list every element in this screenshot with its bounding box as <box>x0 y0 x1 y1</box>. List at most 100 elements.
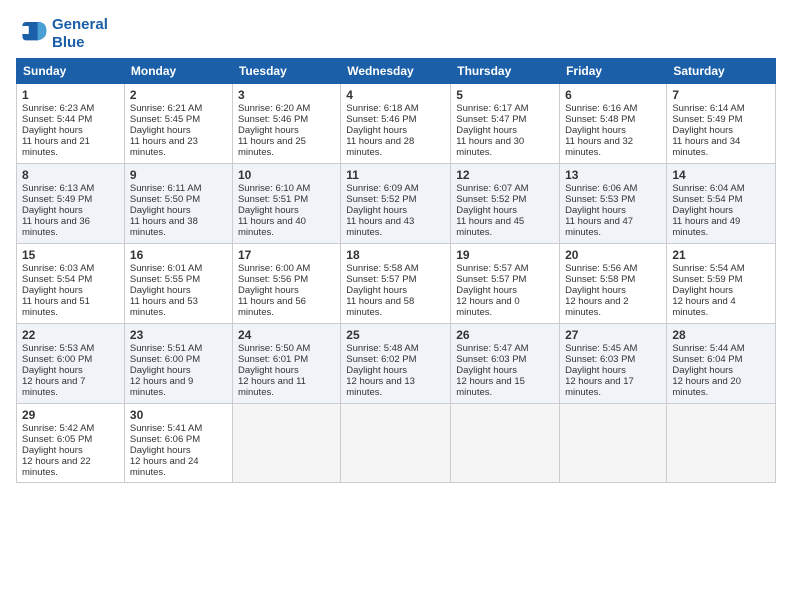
daylight-duration: 12 hours and 4 minutes. <box>672 296 735 318</box>
sunset-label: Sunset: 6:01 PM <box>238 354 308 365</box>
calendar-cell: 11 Sunrise: 6:09 AM Sunset: 5:52 PM Dayl… <box>341 164 451 244</box>
calendar-cell: 4 Sunrise: 6:18 AM Sunset: 5:46 PM Dayli… <box>341 84 451 164</box>
sunset-label: Sunset: 5:59 PM <box>672 274 742 285</box>
daylight-label: Daylight hours <box>130 285 191 296</box>
daylight-label: Daylight hours <box>238 205 299 216</box>
day-number: 24 <box>238 328 335 342</box>
calendar-week-row: 29 Sunrise: 5:42 AM Sunset: 6:05 PM Dayl… <box>17 404 776 483</box>
sunrise-label: Sunrise: 5:58 AM <box>346 263 418 274</box>
calendar-cell: 23 Sunrise: 5:51 AM Sunset: 6:00 PM Dayl… <box>124 324 232 404</box>
daylight-label: Daylight hours <box>238 365 299 376</box>
sunrise-label: Sunrise: 6:04 AM <box>672 183 744 194</box>
sunrise-label: Sunrise: 5:48 AM <box>346 343 418 354</box>
calendar-cell: 3 Sunrise: 6:20 AM Sunset: 5:46 PM Dayli… <box>232 84 340 164</box>
daylight-duration: 11 hours and 45 minutes. <box>456 216 524 238</box>
daylight-label: Daylight hours <box>22 205 83 216</box>
sunset-label: Sunset: 5:46 PM <box>346 114 416 125</box>
sunrise-label: Sunrise: 6:16 AM <box>565 103 637 114</box>
calendar-cell: 5 Sunrise: 6:17 AM Sunset: 5:47 PM Dayli… <box>451 84 560 164</box>
sunset-label: Sunset: 5:49 PM <box>672 114 742 125</box>
daylight-label: Daylight hours <box>672 285 733 296</box>
daylight-label: Daylight hours <box>346 125 407 136</box>
calendar-cell: 21 Sunrise: 5:54 AM Sunset: 5:59 PM Dayl… <box>667 244 776 324</box>
day-number: 16 <box>130 248 227 262</box>
daylight-duration: 11 hours and 30 minutes. <box>456 136 524 158</box>
daylight-duration: 12 hours and 2 minutes. <box>565 296 628 318</box>
calendar-table: SundayMondayTuesdayWednesdayThursdayFrid… <box>16 58 776 483</box>
calendar-cell: 12 Sunrise: 6:07 AM Sunset: 5:52 PM Dayl… <box>451 164 560 244</box>
sunrise-label: Sunrise: 6:00 AM <box>238 263 310 274</box>
daylight-label: Daylight hours <box>130 365 191 376</box>
sunset-label: Sunset: 5:45 PM <box>130 114 200 125</box>
sunset-label: Sunset: 5:57 PM <box>346 274 416 285</box>
daylight-duration: 12 hours and 11 minutes. <box>238 376 306 398</box>
sunset-label: Sunset: 6:00 PM <box>130 354 200 365</box>
sunrise-label: Sunrise: 6:20 AM <box>238 103 310 114</box>
day-header-tuesday: Tuesday <box>232 59 340 84</box>
daylight-duration: 11 hours and 28 minutes. <box>346 136 414 158</box>
daylight-label: Daylight hours <box>22 445 83 456</box>
daylight-label: Daylight hours <box>22 125 83 136</box>
calendar-cell: 17 Sunrise: 6:00 AM Sunset: 5:56 PM Dayl… <box>232 244 340 324</box>
sunrise-label: Sunrise: 5:45 AM <box>565 343 637 354</box>
day-header-thursday: Thursday <box>451 59 560 84</box>
daylight-duration: 11 hours and 36 minutes. <box>22 216 90 238</box>
sunset-label: Sunset: 6:03 PM <box>565 354 635 365</box>
day-header-friday: Friday <box>560 59 667 84</box>
calendar-cell: 28 Sunrise: 5:44 AM Sunset: 6:04 PM Dayl… <box>667 324 776 404</box>
sunset-label: Sunset: 5:56 PM <box>238 274 308 285</box>
day-number: 25 <box>346 328 445 342</box>
calendar-cell <box>667 404 776 483</box>
calendar-cell: 1 Sunrise: 6:23 AM Sunset: 5:44 PM Dayli… <box>17 84 125 164</box>
day-number: 2 <box>130 88 227 102</box>
daylight-label: Daylight hours <box>130 445 191 456</box>
daylight-duration: 11 hours and 51 minutes. <box>22 296 90 318</box>
logo-text: General Blue <box>52 16 108 52</box>
sunset-label: Sunset: 6:03 PM <box>456 354 526 365</box>
day-number: 9 <box>130 168 227 182</box>
sunrise-label: Sunrise: 5:54 AM <box>672 263 744 274</box>
calendar-cell: 19 Sunrise: 5:57 AM Sunset: 5:57 PM Dayl… <box>451 244 560 324</box>
daylight-duration: 12 hours and 13 minutes. <box>346 376 415 398</box>
sunrise-label: Sunrise: 6:07 AM <box>456 183 528 194</box>
daylight-label: Daylight hours <box>130 125 191 136</box>
calendar-week-row: 22 Sunrise: 5:53 AM Sunset: 6:00 PM Dayl… <box>17 324 776 404</box>
sunset-label: Sunset: 5:52 PM <box>456 194 526 205</box>
sunrise-label: Sunrise: 6:03 AM <box>22 263 94 274</box>
sunrise-label: Sunrise: 5:44 AM <box>672 343 744 354</box>
sunrise-label: Sunrise: 6:21 AM <box>130 103 202 114</box>
daylight-duration: 12 hours and 20 minutes. <box>672 376 741 398</box>
calendar-cell <box>560 404 667 483</box>
sunrise-label: Sunrise: 6:06 AM <box>565 183 637 194</box>
daylight-duration: 11 hours and 40 minutes. <box>238 216 306 238</box>
daylight-duration: 12 hours and 9 minutes. <box>130 376 193 398</box>
day-number: 19 <box>456 248 554 262</box>
sunrise-label: Sunrise: 6:09 AM <box>346 183 418 194</box>
day-number: 21 <box>672 248 770 262</box>
day-number: 28 <box>672 328 770 342</box>
day-number: 11 <box>346 168 445 182</box>
sunrise-label: Sunrise: 5:50 AM <box>238 343 310 354</box>
daylight-duration: 11 hours and 34 minutes. <box>672 136 740 158</box>
daylight-label: Daylight hours <box>346 285 407 296</box>
calendar-header-row: SundayMondayTuesdayWednesdayThursdayFrid… <box>17 59 776 84</box>
daylight-duration: 12 hours and 7 minutes. <box>22 376 85 398</box>
day-number: 1 <box>22 88 119 102</box>
daylight-duration: 11 hours and 58 minutes. <box>346 296 414 318</box>
daylight-label: Daylight hours <box>565 365 626 376</box>
day-number: 20 <box>565 248 661 262</box>
sunrise-label: Sunrise: 5:57 AM <box>456 263 528 274</box>
sunset-label: Sunset: 5:52 PM <box>346 194 416 205</box>
day-number: 14 <box>672 168 770 182</box>
calendar-cell: 6 Sunrise: 6:16 AM Sunset: 5:48 PM Dayli… <box>560 84 667 164</box>
calendar-cell: 14 Sunrise: 6:04 AM Sunset: 5:54 PM Dayl… <box>667 164 776 244</box>
calendar-week-row: 1 Sunrise: 6:23 AM Sunset: 5:44 PM Dayli… <box>17 84 776 164</box>
sunset-label: Sunset: 5:57 PM <box>456 274 526 285</box>
daylight-label: Daylight hours <box>130 205 191 216</box>
sunrise-label: Sunrise: 6:17 AM <box>456 103 528 114</box>
daylight-label: Daylight hours <box>238 285 299 296</box>
daylight-duration: 12 hours and 0 minutes. <box>456 296 519 318</box>
daylight-duration: 12 hours and 24 minutes. <box>130 456 199 478</box>
daylight-duration: 11 hours and 21 minutes. <box>22 136 90 158</box>
day-header-monday: Monday <box>124 59 232 84</box>
